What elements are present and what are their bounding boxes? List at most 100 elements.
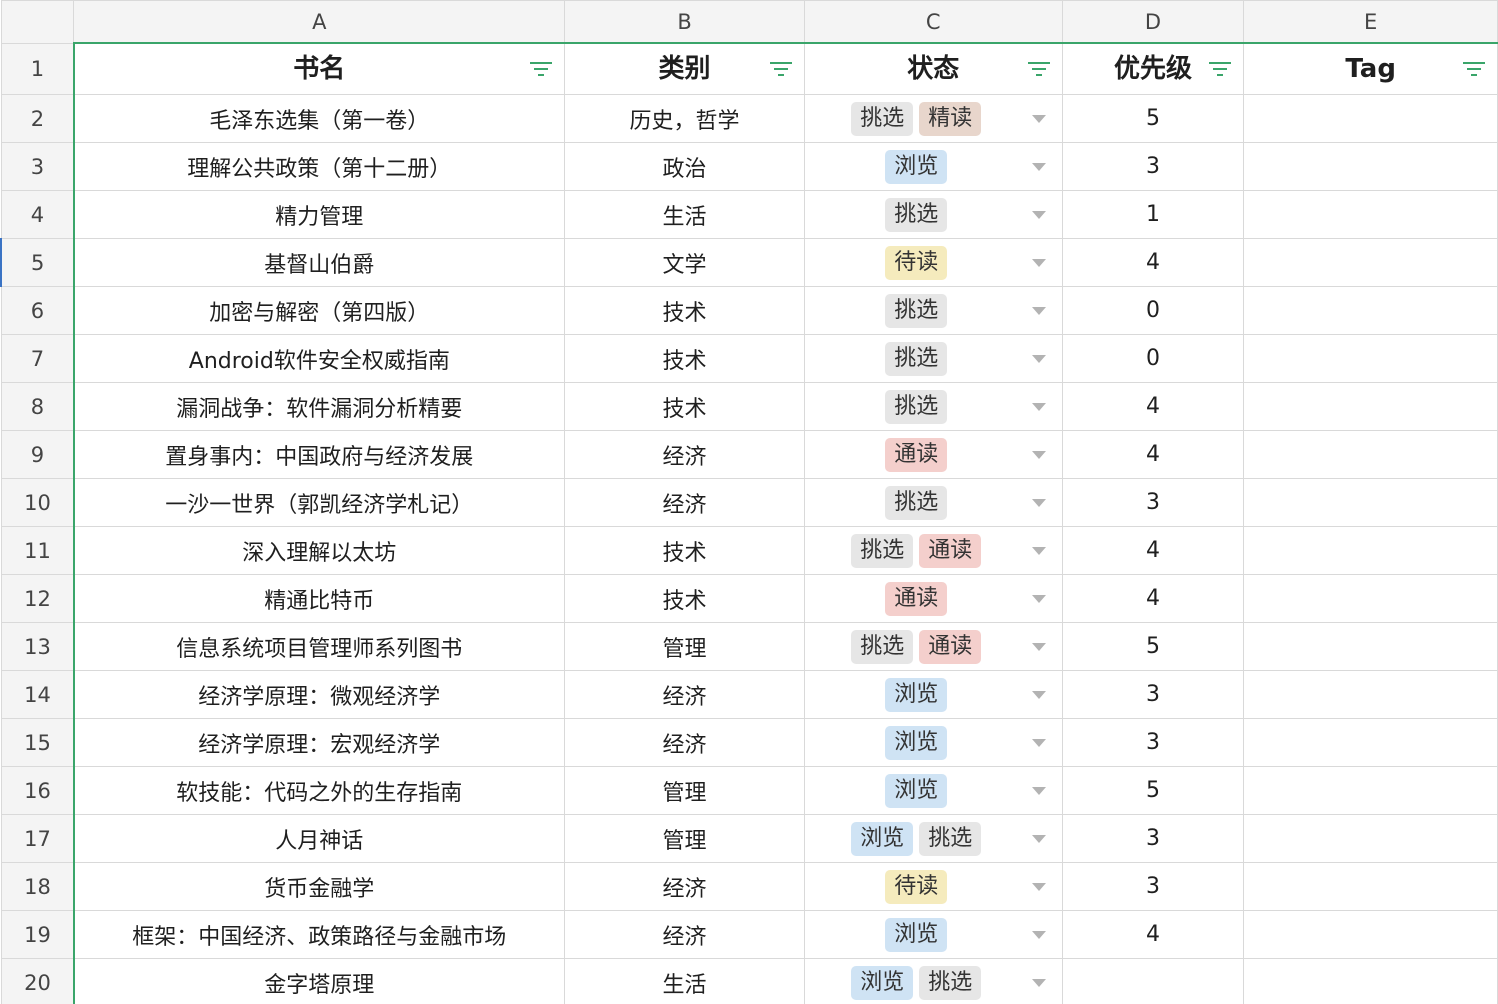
book-name-cell[interactable]: 基督山伯爵 [73, 238, 566, 287]
dropdown-caret-icon[interactable] [1031, 211, 1046, 219]
header-cell-priority[interactable]: 优先级 [1061, 43, 1245, 95]
priority-cell[interactable]: 3 [1061, 814, 1245, 863]
book-name-cell[interactable]: 框架：中国经济、政策路径与金融市场 [73, 910, 566, 959]
tag-cell[interactable] [1243, 286, 1498, 335]
category-cell[interactable]: 管理 [564, 766, 805, 815]
row-number[interactable]: 19 [0, 910, 75, 959]
row-number[interactable]: 13 [0, 622, 75, 671]
tag-cell[interactable] [1243, 382, 1498, 431]
row-number[interactable]: 11 [0, 526, 75, 575]
tag-cell[interactable] [1243, 814, 1498, 863]
column-header-c[interactable]: C [803, 0, 1063, 44]
row-number[interactable]: 18 [0, 862, 75, 911]
category-cell[interactable]: 生活 [564, 190, 805, 239]
book-name-cell[interactable]: 漏洞战争：软件漏洞分析精要 [73, 382, 566, 431]
tag-cell[interactable] [1243, 142, 1498, 191]
tag-cell[interactable] [1243, 910, 1498, 959]
priority-cell[interactable] [1061, 958, 1245, 1004]
dropdown-caret-icon[interactable] [1031, 835, 1046, 843]
dropdown-caret-icon[interactable] [1031, 787, 1046, 795]
filter-icon[interactable] [1209, 62, 1232, 78]
tag-cell[interactable] [1243, 430, 1498, 479]
category-cell[interactable]: 经济 [564, 910, 805, 959]
category-cell[interactable]: 经济 [564, 430, 805, 479]
book-name-cell[interactable]: 毛泽东选集（第一卷） [73, 94, 566, 143]
dropdown-caret-icon[interactable] [1031, 115, 1046, 123]
priority-cell[interactable]: 3 [1061, 142, 1245, 191]
book-name-cell[interactable]: 人月神话 [73, 814, 566, 863]
category-cell[interactable]: 经济 [564, 862, 805, 911]
header-cell-category[interactable]: 类别 [564, 43, 805, 95]
row-number[interactable]: 1 [0, 43, 75, 95]
book-name-cell[interactable]: 理解公共政策（第十二册） [73, 142, 566, 191]
book-name-cell[interactable]: 货币金融学 [73, 862, 566, 911]
dropdown-caret-icon[interactable] [1031, 307, 1046, 315]
row-number[interactable]: 16 [0, 766, 75, 815]
select-all-corner[interactable] [0, 0, 75, 44]
book-name-cell[interactable]: 经济学原理：宏观经济学 [73, 718, 566, 767]
filter-icon[interactable] [1027, 62, 1050, 78]
header-cell-status[interactable]: 状态 [803, 43, 1063, 95]
dropdown-caret-icon[interactable] [1031, 643, 1046, 651]
row-number[interactable]: 9 [0, 430, 75, 479]
column-header-a[interactable]: A [73, 0, 566, 44]
book-name-cell[interactable]: 一沙一世界（郭凯经济学札记） [73, 478, 566, 527]
tag-cell[interactable] [1243, 574, 1498, 623]
book-name-cell[interactable]: Android软件安全权威指南 [73, 334, 566, 383]
priority-cell[interactable]: 0 [1061, 334, 1245, 383]
status-cell[interactable]: 挑选 通读 [803, 622, 1063, 671]
dropdown-caret-icon[interactable] [1031, 691, 1046, 699]
dropdown-caret-icon[interactable] [1031, 547, 1046, 555]
priority-cell[interactable]: 1 [1061, 190, 1245, 239]
status-cell[interactable]: 浏览 [803, 910, 1063, 959]
category-cell[interactable]: 技术 [564, 574, 805, 623]
status-cell[interactable]: 挑选 精读 [803, 94, 1063, 143]
header-cell-name[interactable]: 书名 [73, 43, 566, 95]
book-name-cell[interactable]: 深入理解以太坊 [73, 526, 566, 575]
book-name-cell[interactable]: 加密与解密（第四版） [73, 286, 566, 335]
row-number[interactable]: 2 [0, 94, 75, 143]
status-cell[interactable]: 浏览 挑选 [803, 958, 1063, 1004]
priority-cell[interactable]: 4 [1061, 382, 1245, 431]
category-cell[interactable]: 生活 [564, 958, 805, 1004]
status-cell[interactable]: 待读 [803, 862, 1063, 911]
status-cell[interactable]: 通读 [803, 574, 1063, 623]
book-name-cell[interactable]: 精通比特币 [73, 574, 566, 623]
priority-cell[interactable]: 3 [1061, 718, 1245, 767]
filter-icon[interactable] [1463, 62, 1485, 78]
category-cell[interactable]: 政治 [564, 142, 805, 191]
priority-cell[interactable]: 4 [1061, 526, 1245, 575]
filter-icon[interactable] [530, 62, 553, 78]
dropdown-caret-icon[interactable] [1031, 163, 1046, 171]
status-cell[interactable]: 挑选 [803, 190, 1063, 239]
tag-cell[interactable] [1243, 478, 1498, 527]
book-name-cell[interactable]: 信息系统项目管理师系列图书 [73, 622, 566, 671]
category-cell[interactable]: 技术 [564, 382, 805, 431]
column-header-d[interactable]: D [1061, 0, 1245, 44]
book-name-cell[interactable]: 金字塔原理 [73, 958, 566, 1004]
book-name-cell[interactable]: 置身事内：中国政府与经济发展 [73, 430, 566, 479]
priority-cell[interactable]: 4 [1061, 238, 1245, 287]
tag-cell[interactable] [1243, 622, 1498, 671]
row-number[interactable]: 8 [0, 382, 75, 431]
tag-cell[interactable] [1243, 94, 1498, 143]
status-cell[interactable]: 挑选 [803, 286, 1063, 335]
header-cell-tag[interactable]: Tag [1243, 43, 1498, 95]
tag-cell[interactable] [1243, 238, 1498, 287]
category-cell[interactable]: 经济 [564, 718, 805, 767]
status-cell[interactable]: 挑选 通读 [803, 526, 1063, 575]
tag-cell[interactable] [1243, 670, 1498, 719]
dropdown-caret-icon[interactable] [1031, 979, 1046, 987]
status-cell[interactable]: 挑选 [803, 382, 1063, 431]
row-number[interactable]: 10 [0, 478, 75, 527]
filter-icon[interactable] [769, 62, 792, 78]
dropdown-caret-icon[interactable] [1031, 355, 1046, 363]
status-cell[interactable]: 挑选 [803, 478, 1063, 527]
priority-cell[interactable]: 4 [1061, 910, 1245, 959]
priority-cell[interactable]: 5 [1061, 94, 1245, 143]
dropdown-caret-icon[interactable] [1031, 739, 1046, 747]
dropdown-caret-icon[interactable] [1031, 883, 1046, 891]
priority-cell[interactable]: 5 [1061, 766, 1245, 815]
category-cell[interactable]: 经济 [564, 478, 805, 527]
dropdown-caret-icon[interactable] [1031, 595, 1046, 603]
